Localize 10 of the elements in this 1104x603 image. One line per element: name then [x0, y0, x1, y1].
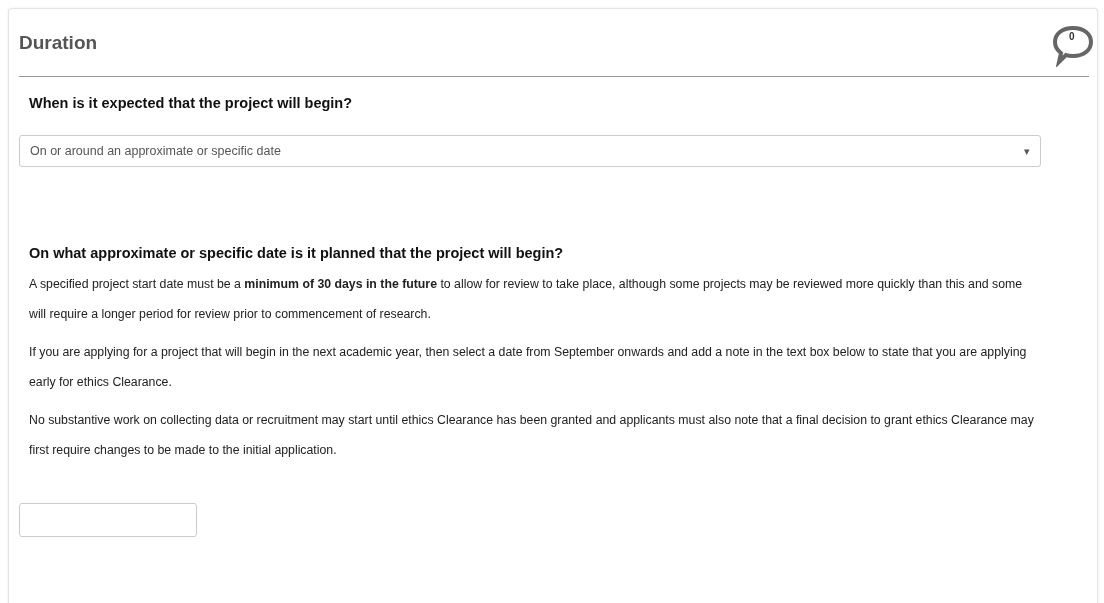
comment-count: 0: [1069, 30, 1075, 42]
date-input-field[interactable]: [19, 503, 197, 537]
question-label: When is it expected that the project will begin?: [29, 95, 354, 111]
start-select[interactable]: On or around an approximate or specific date ▾: [19, 135, 1041, 167]
section-title: Duration: [19, 31, 98, 54]
help-paragraph: No substantive work on collecting data or recruitment may start until ethics Clearance has been granted and applicants must also note that a final decision to grant ethics Clearance may first require changes to be made to the initial application.: [29, 412, 1035, 459]
comment-button[interactable]: 0: [1051, 22, 1095, 67]
question-label: On what approximate or specific date is it planned that the project will begin?: [29, 245, 565, 261]
help-paragraph: If you are applying for a project that will begin in the next academic year, then select a date from September onwards and add a note in the text box below to state that you are applying early for ethics Clearance.: [29, 344, 1028, 391]
help-paragraph: A specified project start date must be a minimum of 30 days in the future to allow for review to take place, although some projects may be reviewed more quickly than this and some will require a longer period for review prior to commencement of research.: [29, 276, 1024, 323]
